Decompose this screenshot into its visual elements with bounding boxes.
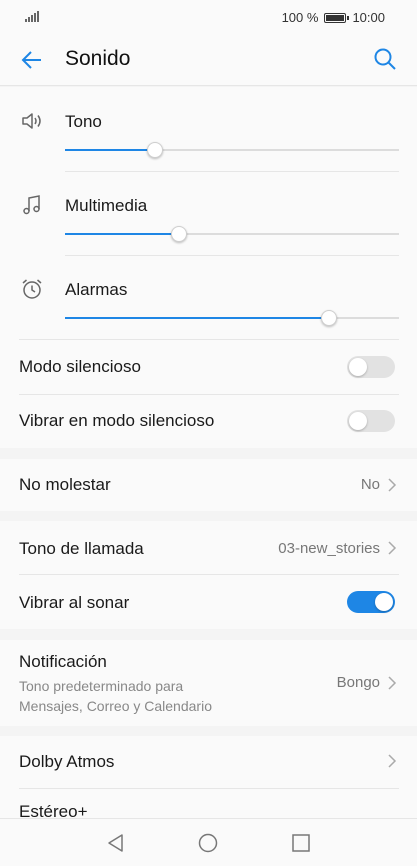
search-icon[interactable]	[373, 47, 397, 71]
volume-label: Tono	[65, 112, 102, 131]
notification-row[interactable]: Notificación Tono predeterminado para Me…	[0, 640, 417, 726]
volume-label: Alarmas	[65, 280, 128, 299]
chevron-right-icon	[388, 754, 397, 768]
chevron-right-icon	[388, 676, 397, 690]
vibrate-silent-label: Vibrar en modo silencioso	[19, 411, 215, 430]
notification-value: Bongo	[336, 674, 380, 691]
page-title: Sonido	[65, 47, 131, 70]
stereo-row[interactable]: Estéreo+	[0, 789, 417, 821]
do-not-disturb-value: No	[360, 476, 380, 493]
vibrate-silent-toggle[interactable]	[347, 410, 395, 432]
slider-fill	[65, 149, 156, 151]
volume-label: Multimedia	[65, 196, 148, 215]
chevron-right-icon	[388, 478, 397, 492]
volume-slider[interactable]	[65, 310, 399, 326]
silent-mode-label: Modo silencioso	[19, 357, 141, 376]
volume-slider[interactable]	[65, 142, 399, 158]
dolby-row[interactable]: Dolby Atmos	[0, 736, 417, 788]
toggle-knob	[349, 412, 367, 430]
chevron-right-icon	[388, 541, 397, 555]
vibrate-silent-row[interactable]: Vibrar en modo silencioso	[0, 394, 417, 448]
signal-icon	[25, 11, 39, 22]
battery-percent: 100 %	[281, 10, 319, 25]
volume-row-ringtone: Tono	[0, 87, 417, 171]
silent-mode-toggle[interactable]	[347, 356, 395, 378]
notification-subtitle: Tono predeterminado para Mensajes, Corre…	[19, 678, 212, 714]
volume-row-media: Multimedia	[0, 171, 417, 255]
volume-slider[interactable]	[65, 226, 399, 242]
notification-label: Notificación	[19, 652, 107, 671]
toggle-knob	[349, 358, 367, 376]
app-bar: Sonido	[0, 34, 417, 86]
recent-apps-square-icon[interactable]	[289, 831, 313, 855]
dolby-label: Dolby Atmos	[19, 752, 115, 771]
music-note-icon	[23, 195, 40, 215]
clock: 10:00	[352, 10, 385, 25]
navigation-bar	[0, 818, 417, 866]
vibrate-ring-row[interactable]: Vibrar al sonar	[0, 575, 417, 629]
slider-thumb[interactable]	[170, 226, 187, 242]
ringtone-section: Tono de llamada 03-new_stories Vibrar al…	[0, 521, 417, 629]
audio-effects-section: Dolby Atmos Estéreo+	[0, 736, 417, 821]
home-circle-icon[interactable]	[196, 831, 220, 855]
back-arrow-icon[interactable]	[20, 48, 44, 72]
ringtone-row[interactable]: Tono de llamada 03-new_stories	[0, 521, 417, 575]
vibrate-ring-label: Vibrar al sonar	[19, 593, 130, 612]
do-not-disturb-row[interactable]: No molestar No	[0, 459, 417, 511]
alarm-clock-icon	[22, 279, 42, 299]
vibrate-ring-toggle[interactable]	[347, 591, 395, 613]
slider-thumb[interactable]	[147, 142, 164, 158]
ringtone-label: Tono de llamada	[19, 539, 144, 558]
do-not-disturb-label: No molestar	[19, 475, 111, 494]
status-bar: 100 % 10:00	[0, 0, 417, 34]
back-triangle-icon[interactable]	[104, 831, 128, 855]
slider-thumb[interactable]	[320, 310, 337, 326]
ringtone-value: 03-new_stories	[278, 540, 380, 557]
slider-fill	[65, 233, 179, 235]
silent-mode-row[interactable]: Modo silencioso	[0, 340, 417, 394]
slider-fill	[65, 317, 329, 319]
speaker-icon	[22, 113, 41, 129]
toggle-knob	[375, 593, 393, 611]
battery-icon	[324, 12, 350, 23]
volume-row-alarms: Alarmas	[0, 255, 417, 339]
volume-section: Tono Multimedia Alarmas Modo silencioso …	[0, 87, 417, 448]
